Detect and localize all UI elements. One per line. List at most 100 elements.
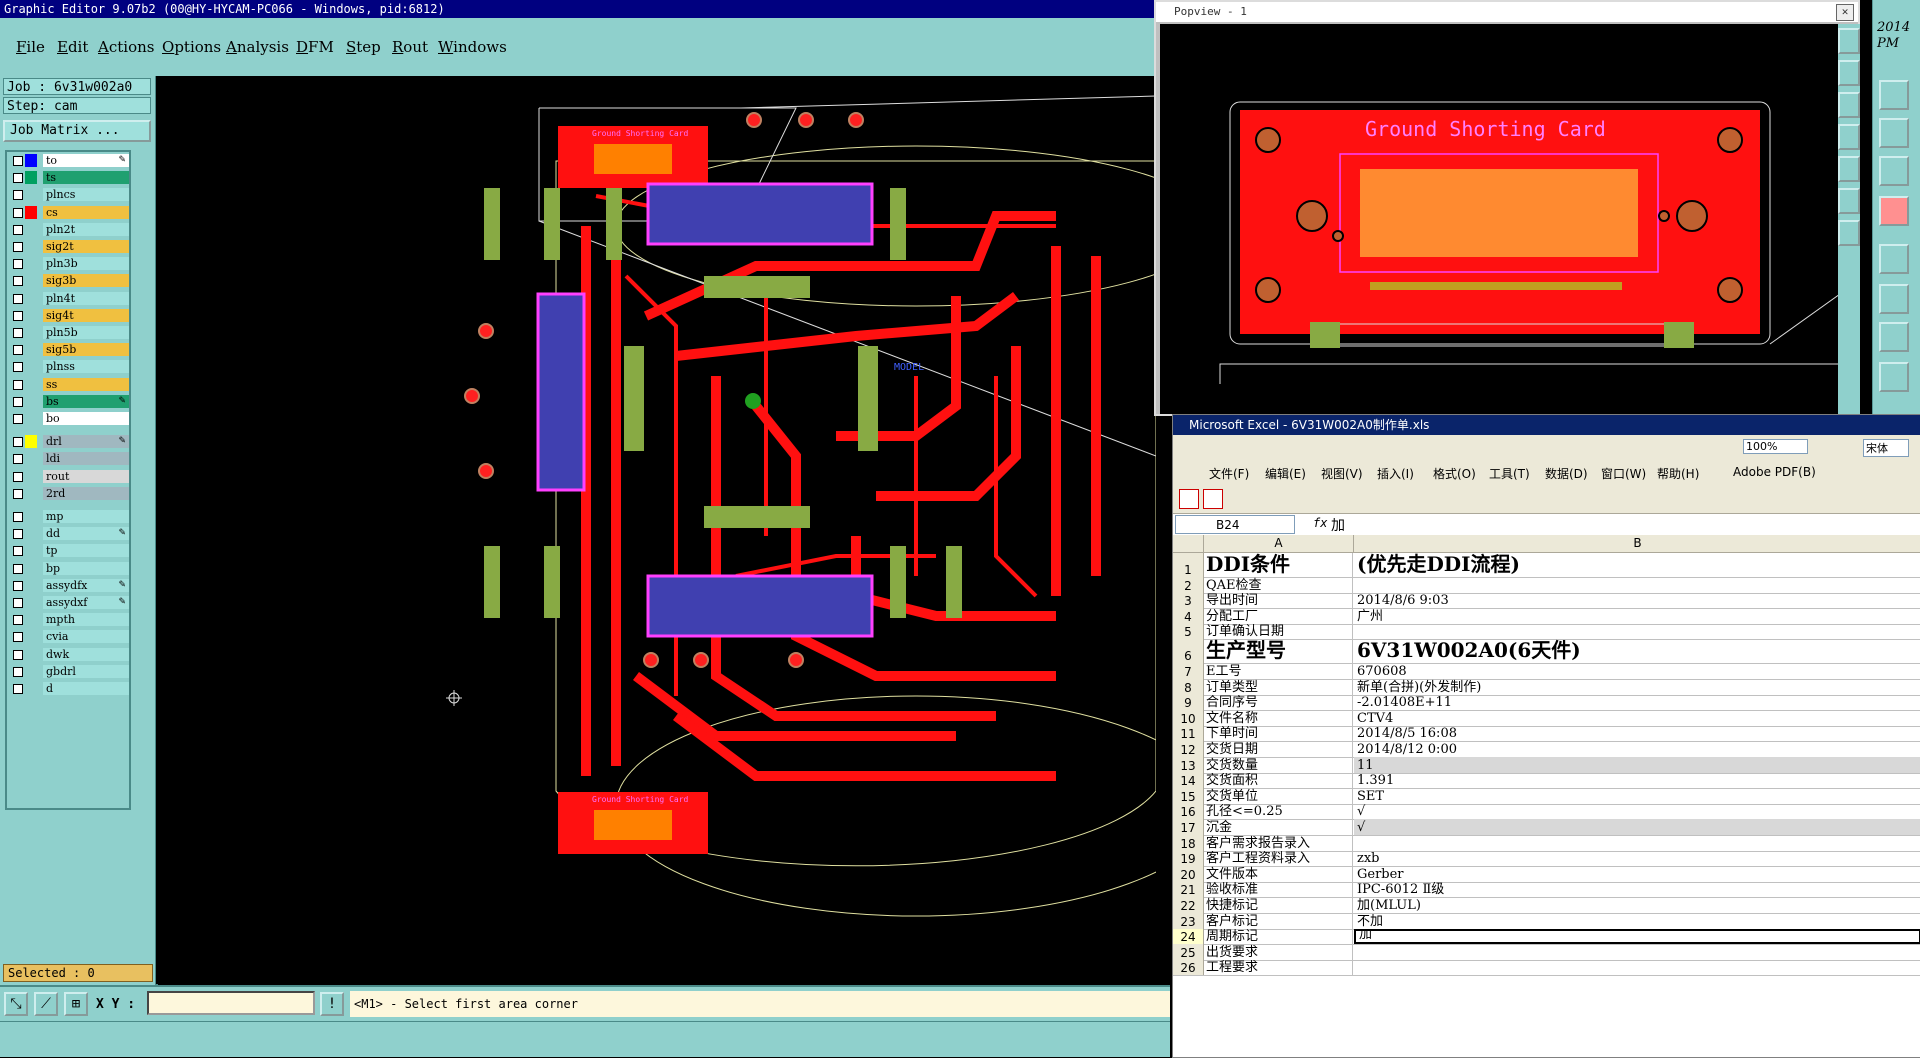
layer-checkbox[interactable]: [13, 512, 23, 522]
cell-a[interactable]: 客户需求报告录入: [1204, 835, 1353, 851]
layer-color-swatch[interactable]: [25, 487, 37, 500]
layer-row[interactable]: assydfx ✎: [9, 578, 129, 593]
layer-name[interactable]: cvia: [43, 630, 129, 644]
layer-color-swatch[interactable]: [25, 470, 37, 483]
excel-sheet-grid[interactable]: A B 1 DDI条件 (优先走DDI流程) 2 QAE检查 3 导出时间 2014/8/6 …: [1173, 535, 1920, 1057]
row-number[interactable]: 9: [1173, 694, 1204, 711]
cell-a[interactable]: 下单时间: [1204, 725, 1353, 742]
pv-tool-1-icon[interactable]: [1838, 28, 1860, 54]
layer-checkbox[interactable]: [13, 666, 23, 677]
layer-color-swatch[interactable]: [25, 579, 37, 592]
layer-name[interactable]: ts: [43, 171, 129, 185]
cell-b[interactable]: 2014/8/6 9:03: [1354, 593, 1920, 608]
layer-checkbox[interactable]: [13, 598, 23, 608]
layer-color-swatch[interactable]: [25, 205, 37, 219]
layer-row[interactable]: sig2t: [9, 240, 129, 254]
xl-menu-adobe-pdf[interactable]: Adobe PDF(B): [1733, 465, 1816, 479]
row-number[interactable]: 11: [1173, 725, 1204, 742]
row-number[interactable]: 19: [1173, 850, 1204, 867]
cell-b[interactable]: 2014/8/12 0:00: [1354, 741, 1920, 757]
layer-name[interactable]: mpth: [43, 613, 129, 627]
menu-analysis[interactable]: Analysis: [226, 38, 289, 56]
layer-checkbox[interactable]: [13, 173, 23, 184]
row-number[interactable]: 23: [1173, 913, 1204, 929]
layer-name[interactable]: drl ✎: [43, 435, 129, 449]
zoom-select[interactable]: 100%: [1743, 439, 1809, 454]
row-number[interactable]: 6: [1173, 639, 1204, 664]
layer-name[interactable]: gbdrl: [43, 664, 129, 678]
cell-b[interactable]: [1354, 835, 1920, 851]
cell-b[interactable]: [1354, 577, 1920, 593]
cell-a[interactable]: 分配工厂: [1204, 608, 1353, 624]
menu-actions[interactable]: Actions: [98, 38, 154, 56]
layer-color-swatch[interactable]: [25, 343, 37, 356]
layer-color-swatch[interactable]: [25, 292, 37, 305]
layer-name[interactable]: tp: [43, 544, 129, 558]
row-number[interactable]: 3: [1173, 592, 1204, 609]
menu-dfm[interactable]: DFM: [296, 38, 334, 56]
layer-color-swatch[interactable]: [25, 562, 37, 575]
cell-b[interactable]: 6V31W002A0(6天件): [1354, 639, 1920, 663]
cell-b[interactable]: [1354, 624, 1920, 640]
graphics-canvas[interactable]: Ground Shorting Card Ground Shorting Car…: [156, 76, 1156, 984]
layer-name[interactable]: cs: [43, 205, 129, 219]
layer-row[interactable]: ss: [9, 377, 129, 392]
cell-a[interactable]: 客户工程资料录入: [1204, 850, 1353, 867]
zoom-area-icon[interactable]: ⤡: [4, 992, 28, 1016]
cell-b[interactable]: zxb: [1354, 851, 1920, 866]
layer-row[interactable]: ldi: [9, 452, 129, 466]
layer-name[interactable]: mp: [43, 510, 129, 523]
cell-a[interactable]: DDI条件: [1204, 553, 1353, 577]
cell-b[interactable]: CTV4: [1354, 710, 1920, 726]
layer-checkbox[interactable]: [13, 488, 23, 499]
xl-menu-file[interactable]: 文件(F): [1209, 465, 1249, 482]
layer-checkbox[interactable]: [13, 580, 23, 591]
cell-a[interactable]: 沉金: [1204, 819, 1353, 835]
layer-row[interactable]: tp: [9, 544, 129, 558]
layer-name[interactable]: sig3b: [43, 274, 129, 288]
layer-color-swatch[interactable]: [25, 309, 37, 322]
cell-a[interactable]: 合同序号: [1204, 694, 1353, 711]
layer-row[interactable]: pln5b: [9, 326, 129, 340]
xl-menu-tools[interactable]: 工具(T): [1489, 465, 1530, 482]
row-number[interactable]: 18: [1173, 835, 1204, 851]
layer-row[interactable]: assydxf ✎: [9, 596, 129, 610]
font-select[interactable]: 宋体: [1863, 439, 1909, 457]
layer-checkbox[interactable]: [13, 437, 23, 448]
cell-a[interactable]: 文件版本: [1204, 866, 1353, 882]
pv-tool-6-icon[interactable]: [1838, 188, 1860, 214]
row-number[interactable]: 20: [1173, 866, 1204, 882]
cell-b[interactable]: 1.391: [1354, 773, 1920, 788]
component-icon[interactable]: [1879, 362, 1909, 392]
row-number[interactable]: 13: [1173, 757, 1204, 773]
menu-rout[interactable]: Rout: [392, 38, 428, 56]
cell-b[interactable]: 加(MLUL): [1354, 897, 1920, 913]
layer-color-swatch[interactable]: [25, 452, 37, 465]
cell-b[interactable]: (优先走DDI流程): [1354, 553, 1920, 577]
layer-checkbox[interactable]: [13, 259, 23, 270]
layer-color-swatch[interactable]: [25, 435, 37, 449]
cell-b[interactable]: 广州: [1354, 608, 1920, 624]
row-number[interactable]: 1: [1173, 553, 1204, 577]
menu-file[interactable]: File: [16, 38, 45, 56]
layer-checkbox[interactable]: [13, 649, 23, 660]
row-number[interactable]: 16: [1173, 803, 1204, 820]
layer-checkbox[interactable]: [13, 362, 23, 373]
menu-edit[interactable]: Edit: [57, 38, 88, 56]
row-number[interactable]: 14: [1173, 772, 1204, 789]
layer-checkbox[interactable]: [13, 615, 23, 626]
pv-tool-4-icon[interactable]: [1838, 124, 1860, 150]
split-icon[interactable]: [1879, 322, 1909, 352]
layer-row[interactable]: plnss: [9, 360, 129, 374]
layer-row[interactable]: to ✎: [9, 154, 129, 168]
layer-row[interactable]: cvia: [9, 630, 129, 644]
layer-row[interactable]: sig5b: [9, 343, 129, 357]
row-number[interactable]: 10: [1173, 710, 1204, 726]
layer-name[interactable]: rout: [43, 469, 129, 483]
layer-row[interactable]: pln4t: [9, 291, 129, 306]
layer-color-swatch[interactable]: [25, 240, 37, 253]
layout-icon[interactable]: [1879, 80, 1909, 110]
row-number[interactable]: 2: [1173, 577, 1204, 593]
row-number[interactable]: 25: [1173, 944, 1204, 960]
layer-color-swatch[interactable]: [25, 154, 37, 167]
